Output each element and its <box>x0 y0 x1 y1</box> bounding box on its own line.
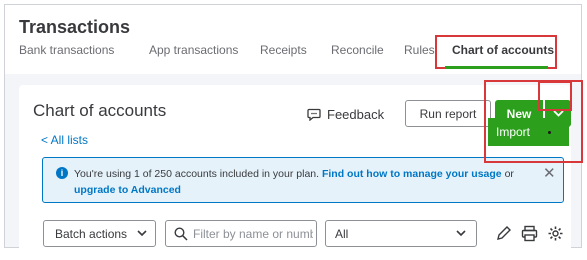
tab-receipts[interactable]: Receipts <box>260 43 307 57</box>
content-area: Chart of accounts < All lists Feedback R… <box>5 74 581 260</box>
banner-text-prefix: You're using 1 of 250 accounts included … <box>74 168 320 180</box>
chevron-down-icon <box>456 230 466 237</box>
tab-app-transactions[interactable]: App transactions <box>149 43 238 57</box>
edit-icon[interactable] <box>495 225 512 242</box>
feedback-icon <box>307 108 321 121</box>
tab-highlight-box <box>435 35 557 69</box>
feedback-button[interactable]: Feedback <box>307 103 384 125</box>
filter-field <box>165 220 317 247</box>
upgrade-link[interactable]: upgrade to Advanced <box>74 184 181 196</box>
banner-text-or: or <box>504 168 514 180</box>
main-card: Chart of accounts < All lists Feedback R… <box>19 85 571 260</box>
manage-usage-link[interactable]: Find out how to manage your usage <box>322 168 502 180</box>
usage-banner: i You're using 1 of 250 accounts include… <box>42 157 564 203</box>
run-report-button[interactable]: Run report <box>405 100 491 127</box>
batch-actions-label: Batch actions <box>55 226 128 241</box>
mouse-cursor <box>548 131 551 134</box>
section-title: Chart of accounts <box>33 101 167 120</box>
account-type-value: All <box>335 226 349 241</box>
settings-icon[interactable] <box>547 225 564 242</box>
import-menu-item[interactable]: Import <box>488 118 569 146</box>
page-title: Transactions <box>19 17 131 37</box>
tab-rules[interactable]: Rules <box>404 43 435 57</box>
close-icon[interactable]: ✕ <box>543 164 556 182</box>
chevron-down-icon <box>137 230 147 237</box>
batch-actions-dropdown[interactable]: Batch actions <box>43 220 156 247</box>
filter-input[interactable] <box>193 226 313 242</box>
header: Transactions Bank transactions App trans… <box>5 5 581 74</box>
tab-reconcile[interactable]: Reconcile <box>331 43 384 57</box>
tab-active-indicator <box>445 66 548 69</box>
account-type-select[interactable]: All <box>325 220 477 247</box>
print-icon[interactable] <box>521 225 538 242</box>
tab-bank-transactions[interactable]: Bank transactions <box>19 43 114 57</box>
search-icon <box>174 227 188 241</box>
banner-message: You're using 1 of 250 accounts included … <box>74 166 514 198</box>
all-lists-link[interactable]: < All lists <box>41 133 88 147</box>
chevron-down-icon <box>552 110 564 117</box>
info-icon: i <box>56 167 68 179</box>
feedback-label: Feedback <box>327 106 385 122</box>
